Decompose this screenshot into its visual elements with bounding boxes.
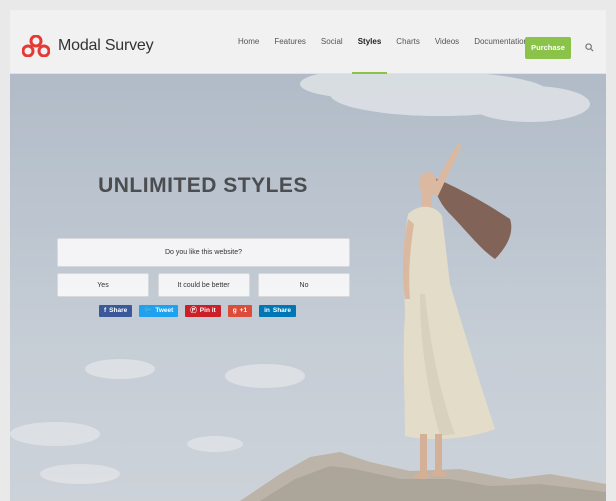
- answer-yes-button[interactable]: Yes: [57, 273, 149, 297]
- purchase-button[interactable]: Purchase: [525, 37, 571, 59]
- google-plus-share-button[interactable]: g +1: [227, 305, 253, 317]
- site-header: Modal Survey Home Features Social Styles…: [10, 10, 606, 74]
- survey-answers: Yes It could be better No: [57, 273, 350, 297]
- nav-charts[interactable]: Charts: [396, 10, 420, 73]
- twitter-share-button[interactable]: 🐦 Tweet: [139, 305, 179, 317]
- logo[interactable]: Modal Survey: [22, 32, 154, 60]
- facebook-icon: f: [104, 307, 107, 314]
- logo-icon: [22, 35, 50, 57]
- answer-could-be-better-button[interactable]: It could be better: [157, 273, 250, 297]
- brand-name: Modal Survey: [58, 37, 154, 54]
- pinterest-icon: Ⓟ: [190, 307, 197, 314]
- share-label: Share: [272, 307, 291, 314]
- nav-home[interactable]: Home: [238, 10, 259, 73]
- answer-no-button[interactable]: No: [258, 273, 350, 297]
- nav-styles[interactable]: Styles: [351, 10, 387, 74]
- nav-features[interactable]: Features: [274, 10, 306, 73]
- share-label: Share: [109, 307, 128, 314]
- share-label: Pin it: [199, 307, 216, 314]
- share-label: +1: [239, 307, 248, 314]
- linkedin-icon: in: [264, 307, 270, 314]
- facebook-share-button[interactable]: f Share: [99, 305, 133, 317]
- share-buttons: f Share 🐦 Tweet Ⓟ Pin it g +1 in Share: [99, 305, 303, 317]
- main-nav: Home Features Social Styles Charts Video…: [223, 10, 528, 74]
- survey-question: Do you like this website?: [57, 238, 350, 267]
- share-label: Tweet: [155, 307, 174, 314]
- nav-documentation[interactable]: Documentation: [474, 10, 528, 73]
- twitter-icon: 🐦: [144, 307, 153, 314]
- linkedin-share-button[interactable]: in Share: [259, 305, 296, 317]
- search-icon[interactable]: [585, 43, 594, 52]
- hero-section: UNLIMITED STYLES Do you like this websit…: [10, 74, 606, 501]
- browser-frame: Modal Survey Home Features Social Styles…: [10, 10, 606, 501]
- pinterest-share-button[interactable]: Ⓟ Pin it: [185, 305, 221, 317]
- hero-headline: UNLIMITED STYLES: [98, 174, 308, 197]
- google-plus-icon: g: [232, 307, 237, 314]
- nav-social[interactable]: Social: [321, 10, 343, 73]
- nav-videos[interactable]: Videos: [435, 10, 459, 73]
